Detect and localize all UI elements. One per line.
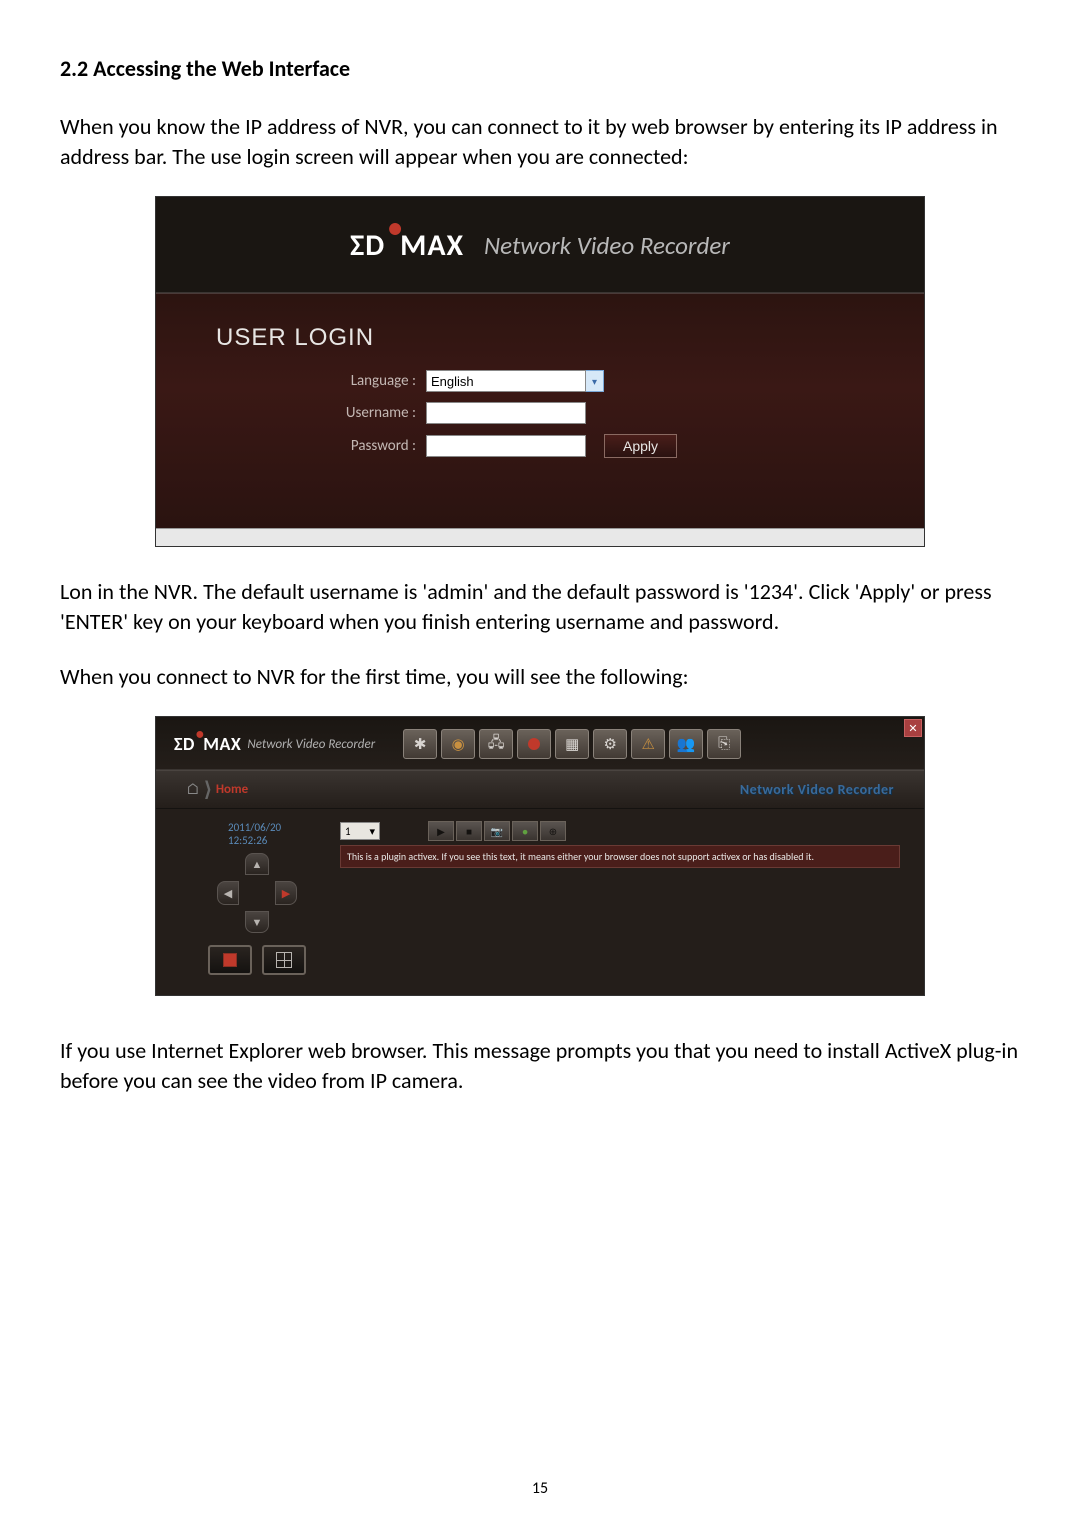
logo-dot-icon: • [388,210,403,245]
login-instructions-paragraph: Lon in the NVR. The default username is … [60,577,1020,636]
dpad-left-button[interactable]: ◀ [217,881,239,905]
nvr-topbar: ΣD•MAX Network Video Recorder ✱ ◉ 🖧 ▦ ⚙ … [156,717,924,770]
logo-text-post: MAX [203,733,241,755]
logo-text-pre: ΣD [174,733,195,755]
gear-icon[interactable]: ⚙ [593,729,627,759]
password-label: Password : [216,437,426,455]
breadcrumb-title: Network Video Recorder [740,781,894,798]
network-icon[interactable]: 🖧 [479,729,513,759]
record-target-icon[interactable]: ◉ [441,729,475,759]
username-input[interactable] [426,402,586,424]
breadcrumb-bar: ⌂ ⟩ Home Network Video Recorder [156,770,924,809]
first-connect-paragraph: When you connect to NVR for the first ti… [60,662,1020,692]
users-icon[interactable]: 👥 [669,729,703,759]
apply-button[interactable]: Apply [604,434,677,458]
home-icon[interactable]: ⌂ [186,780,200,799]
plugin-warning-message: This is a plugin activex. If you see thi… [340,845,900,868]
close-icon[interactable]: ✕ [904,719,922,737]
edimax-logo: ΣD•MAX [350,227,464,264]
record-dot-icon[interactable] [517,729,551,759]
channel-select[interactable]: 1 ▾ [340,822,380,840]
password-input[interactable] [426,435,586,457]
dpad-down-button[interactable]: ▼ [245,911,269,933]
calendar-icon[interactable]: ▦ [555,729,589,759]
language-select[interactable]: ▾ [426,370,604,392]
nvr-main-screenshot: ✕ ΣD•MAX Network Video Recorder ✱ ◉ 🖧 ▦ … [155,716,925,996]
zoom-button[interactable]: ⊕ [540,821,566,841]
logo-dot-icon: • [196,725,204,744]
edimax-logo-small: ΣD•MAX [174,733,241,755]
snapshot-button[interactable]: 📷 [484,821,510,841]
channel-value: 1 [345,825,351,838]
single-view-button[interactable] [208,945,252,975]
nvr-main-area: 2011/06/20 12:52:26 ▲ ▼ ◀ ▶ 1 ▾ ▶ ■ [156,809,924,995]
language-input[interactable] [426,370,586,392]
login-header: ΣD•MAX Network Video Recorder [156,227,924,293]
activex-paragraph: If you use Internet Explorer web browser… [60,1036,1020,1095]
stop-button[interactable]: ■ [456,821,482,841]
page-number: 15 [0,1479,1080,1498]
section-heading: 2.2 Accessing the Web Interface [60,55,1020,82]
chevron-down-icon: ▾ [369,825,375,838]
grid-view-icon [276,952,292,968]
alert-icon[interactable]: ⚠ [631,729,665,759]
language-label: Language : [216,372,426,390]
login-panel: USER LOGIN Language : ▾ Username : Passw… [156,293,924,528]
dpad-up-button[interactable]: ▲ [245,853,269,875]
dpad-right-button[interactable]: ▶ [275,881,297,905]
product-title: Network Video Recorder [484,230,730,261]
login-screenshot: ΣD•MAX Network Video Recorder USER LOGIN… [155,196,925,547]
grid-view-button[interactable] [262,945,306,975]
play-button[interactable]: ▶ [428,821,454,841]
timestamp-label: 2011/06/20 12:52:26 [228,821,322,847]
single-view-icon [223,953,237,967]
exit-icon[interactable]: ⎘ [707,729,741,759]
logo-text-pre: ΣD [350,227,385,264]
login-footer-bar [156,528,924,546]
login-panel-title: USER LOGIN [216,324,864,352]
product-title-small: Network Video Recorder [247,737,375,752]
username-label: Username : [216,404,426,422]
breadcrumb-home-label[interactable]: Home [216,782,248,797]
logo-text-post: MAX [400,227,464,264]
chevron-down-icon[interactable]: ▾ [586,370,604,392]
ptz-dpad: ▲ ▼ ◀ ▶ [217,853,297,933]
record-button[interactable]: ● [512,821,538,841]
toolbar-icons: ✱ ◉ 🖧 ▦ ⚙ ⚠ 👥 ⎘ [403,729,741,759]
chevron-right-icon: ⟩ [204,777,212,802]
intro-paragraph: When you know the IP address of NVR, you… [60,112,1020,171]
snowflake-icon[interactable]: ✱ [403,729,437,759]
